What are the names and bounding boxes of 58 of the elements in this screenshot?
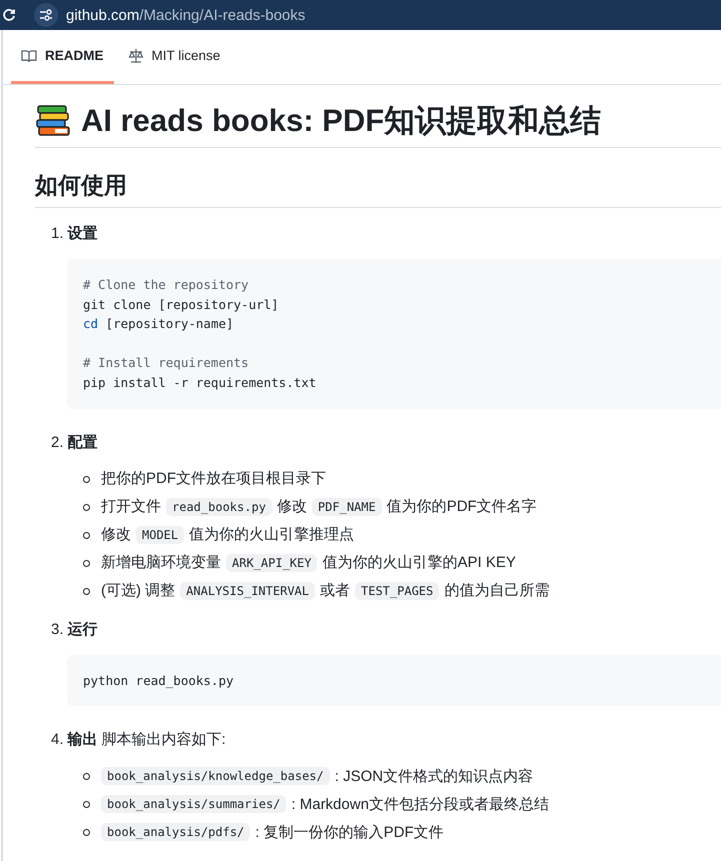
- list-text: 或者: [320, 581, 350, 600]
- url-path[interactable]: /Macking/AI-reads-books: [139, 6, 306, 24]
- inline-code: book_analysis/knowledge_bases/: [101, 767, 330, 786]
- inline-code: book_analysis/pdfs/: [101, 823, 250, 842]
- site-info-button[interactable]: [34, 3, 58, 27]
- inline-code: read_books.py: [166, 498, 272, 516]
- list-text: 值为你的火山引擎的API KEY: [322, 553, 516, 572]
- list-text: (可选) 调整: [101, 581, 176, 600]
- inline-code: ARK_API_KEY: [226, 554, 318, 572]
- code-line: cd [repository-name]: [83, 315, 235, 334]
- inline-code: TEST_PAGES: [355, 582, 440, 600]
- step-number: 3.: [51, 620, 64, 638]
- list-text: 值为你的PDF文件名字: [386, 497, 537, 516]
- inline-code: ANALYSIS_INTERVAL: [180, 582, 315, 600]
- list-text: 值为你的火山引擎推理点: [189, 525, 354, 544]
- bullet-icon: [83, 560, 90, 567]
- list-text: 新增电脑环境变量: [101, 553, 221, 572]
- inline-code: PDF_NAME: [312, 498, 382, 516]
- list-text: : 复制一份你的输入PDF文件: [255, 822, 444, 842]
- list-text: 的值为自己所需: [444, 581, 550, 600]
- section-heading: 如何使用: [35, 170, 721, 208]
- code-comment: # Install requirements: [83, 354, 250, 372]
- scale-icon: [128, 48, 144, 64]
- bullet-icon: [83, 801, 90, 808]
- inline-code: book_analysis/summaries/: [101, 795, 286, 814]
- url-host[interactable]: github.com: [66, 6, 140, 24]
- list-text: 把你的PDF文件放在项目根目录下: [101, 469, 326, 488]
- page-title: AI reads books: PDF知识提取和总结: [81, 102, 602, 140]
- code-comment: # Clone the repository: [83, 276, 250, 294]
- license-tab[interactable]: MIT license: [118, 30, 230, 84]
- step-title: 设置: [68, 224, 98, 243]
- bullet-icon: [83, 476, 90, 483]
- books-icon: [35, 105, 71, 137]
- code-line: git clone [repository-url]: [83, 296, 280, 314]
- list-text: : Markdown文件包括分段或者最终总结: [291, 794, 549, 814]
- settings-icon: [39, 9, 53, 21]
- readme-tab[interactable]: README: [11, 30, 114, 84]
- step-title: 运行: [68, 620, 98, 639]
- step-number: 2.: [51, 434, 64, 451]
- step-number: 4.: [51, 731, 64, 748]
- bullet-icon: [83, 504, 90, 511]
- list-text: : JSON文件格式的知识点内容: [334, 766, 534, 786]
- reload-icon[interactable]: [2, 8, 16, 22]
- bullet-icon: [83, 773, 90, 780]
- bullet-icon: [83, 829, 90, 836]
- code-line: python read_books.py: [83, 672, 235, 690]
- step-title: 配置: [68, 432, 98, 452]
- step-title: 输出: [68, 730, 98, 750]
- list-text: 修改: [276, 497, 307, 516]
- bullet-icon: [83, 532, 90, 539]
- book-icon: [21, 48, 37, 64]
- list-text: 打开文件: [101, 497, 161, 516]
- code-line: pip install -r requirements.txt: [83, 374, 318, 392]
- bullet-icon: [83, 588, 90, 595]
- step-description: 脚本输出内容如下:: [102, 730, 226, 750]
- list-text: 修改: [101, 525, 131, 544]
- step-number: 1.: [51, 225, 64, 242]
- inline-code: MODEL: [136, 526, 184, 544]
